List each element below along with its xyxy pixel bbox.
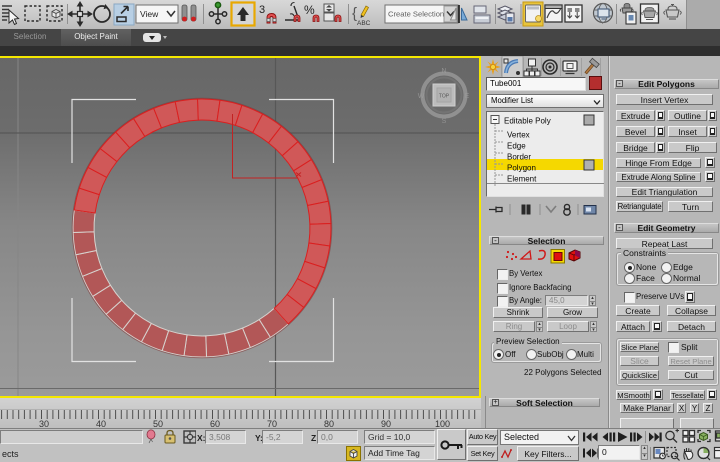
svg-text:TOP: TOP <box>439 94 450 100</box>
svg-text:Vertex: Vertex <box>507 131 530 140</box>
svg-text:Element: Element <box>507 175 537 184</box>
svg-text:E: E <box>465 93 470 100</box>
svg-text:%: % <box>304 3 315 17</box>
svg-text:Edge: Edge <box>507 142 526 151</box>
svg-text:Editable Poly: Editable Poly <box>504 117 551 126</box>
svg-text:Polygon: Polygon <box>507 164 536 173</box>
svg-text:ABC: ABC <box>357 20 371 27</box>
svg-text:N: N <box>441 68 446 75</box>
svg-text:3: 3 <box>259 4 265 16</box>
svg-text:S: S <box>442 118 447 125</box>
svg-text:View: View <box>140 9 159 19</box>
svg-text:W: W <box>418 93 425 100</box>
svg-text:Border: Border <box>507 153 531 162</box>
